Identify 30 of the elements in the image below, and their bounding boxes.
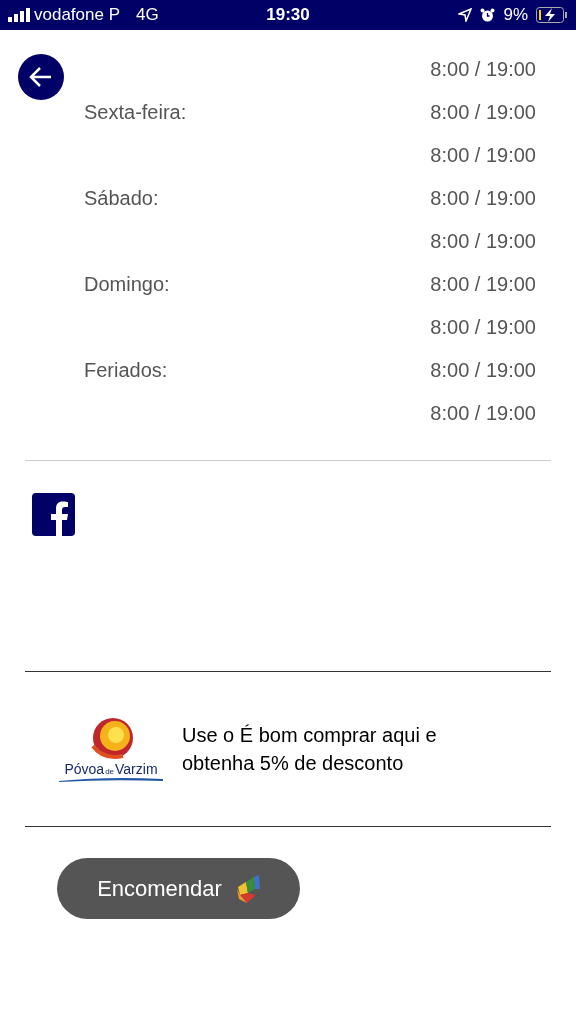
location-arrow-icon (458, 8, 473, 22)
network-type: 4G (136, 4, 159, 27)
opening-hours: 8:00 / 19:00 (430, 142, 536, 168)
order-button[interactable]: Encomendar (57, 858, 300, 919)
opening-hours: 8:00 / 19:00 (430, 228, 536, 254)
logo-word: Varzim (115, 762, 158, 776)
signal-icon (8, 8, 30, 22)
opening-hours: 8:00 / 19:00 (430, 357, 536, 383)
back-button[interactable] (18, 54, 64, 100)
alarm-clock-icon (480, 7, 496, 23)
discount-text: Use o É bom comprar aqui e obtenha 5% de desconto (182, 723, 438, 776)
battery-percent: 9% (503, 4, 528, 27)
day-label: Sábado: (84, 185, 159, 211)
facebook-icon[interactable] (32, 493, 75, 536)
battery-charging-icon (536, 7, 568, 23)
opening-hours: 8:00 / 19:00 (430, 314, 536, 340)
logo-word: Póvoa (64, 762, 105, 776)
back-arrow-icon (29, 66, 53, 88)
day-label: Sexta-feira: (84, 99, 187, 125)
wave-icon (59, 776, 163, 782)
clock-time: 19:30 (266, 4, 310, 27)
opening-hours: 8:00 / 19:00 (430, 56, 536, 82)
opening-hours: 8:00 / 19:00 (430, 185, 536, 211)
logo-word: de (105, 768, 115, 776)
opening-hours: 8:00 / 19:00 (430, 99, 536, 125)
opening-hours: 8:00 / 19:00 (430, 271, 536, 297)
day-label: Domingo: (84, 271, 170, 297)
opening-hours: 8:00 / 19:00 (430, 400, 536, 426)
day-label: Feriados: (84, 357, 168, 383)
carrier-name: vodafone P (34, 4, 120, 27)
